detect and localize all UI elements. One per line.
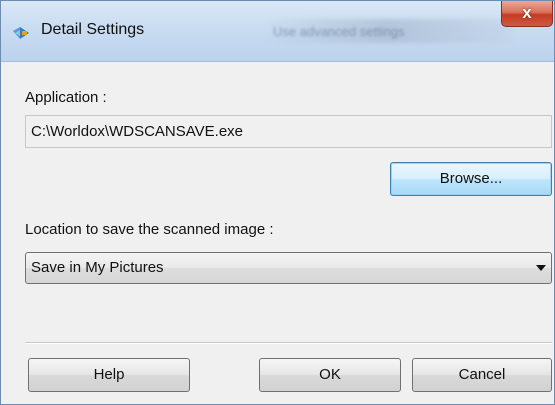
save-location-selected-value: Save in My Pictures (31, 259, 164, 276)
close-button[interactable]: x (501, 1, 553, 27)
ok-button[interactable]: OK (259, 358, 401, 392)
save-location-dropdown[interactable]: Save in My Pictures (25, 252, 552, 284)
detail-settings-dialog: Use advanced settings Detail Settings x … (0, 0, 555, 405)
cancel-button[interactable]: Cancel (412, 358, 552, 392)
scanner-app-icon (13, 27, 29, 39)
background-window-text: Use advanced settings (273, 24, 405, 39)
location-label: Location to save the scanned image : (25, 221, 274, 238)
application-label: Application : (25, 89, 107, 106)
chevron-down-icon[interactable] (536, 265, 546, 271)
browse-button[interactable]: Browse... (390, 162, 552, 196)
window-title: Detail Settings (41, 21, 145, 38)
help-button[interactable]: Help (28, 358, 190, 392)
title-bar[interactable]: Use advanced settings Detail Settings x (1, 1, 554, 62)
close-icon: x (522, 3, 532, 22)
application-path-field[interactable]: C:\Worldox\WDSCANSAVE.exe (25, 115, 552, 148)
footer-separator (25, 342, 552, 344)
